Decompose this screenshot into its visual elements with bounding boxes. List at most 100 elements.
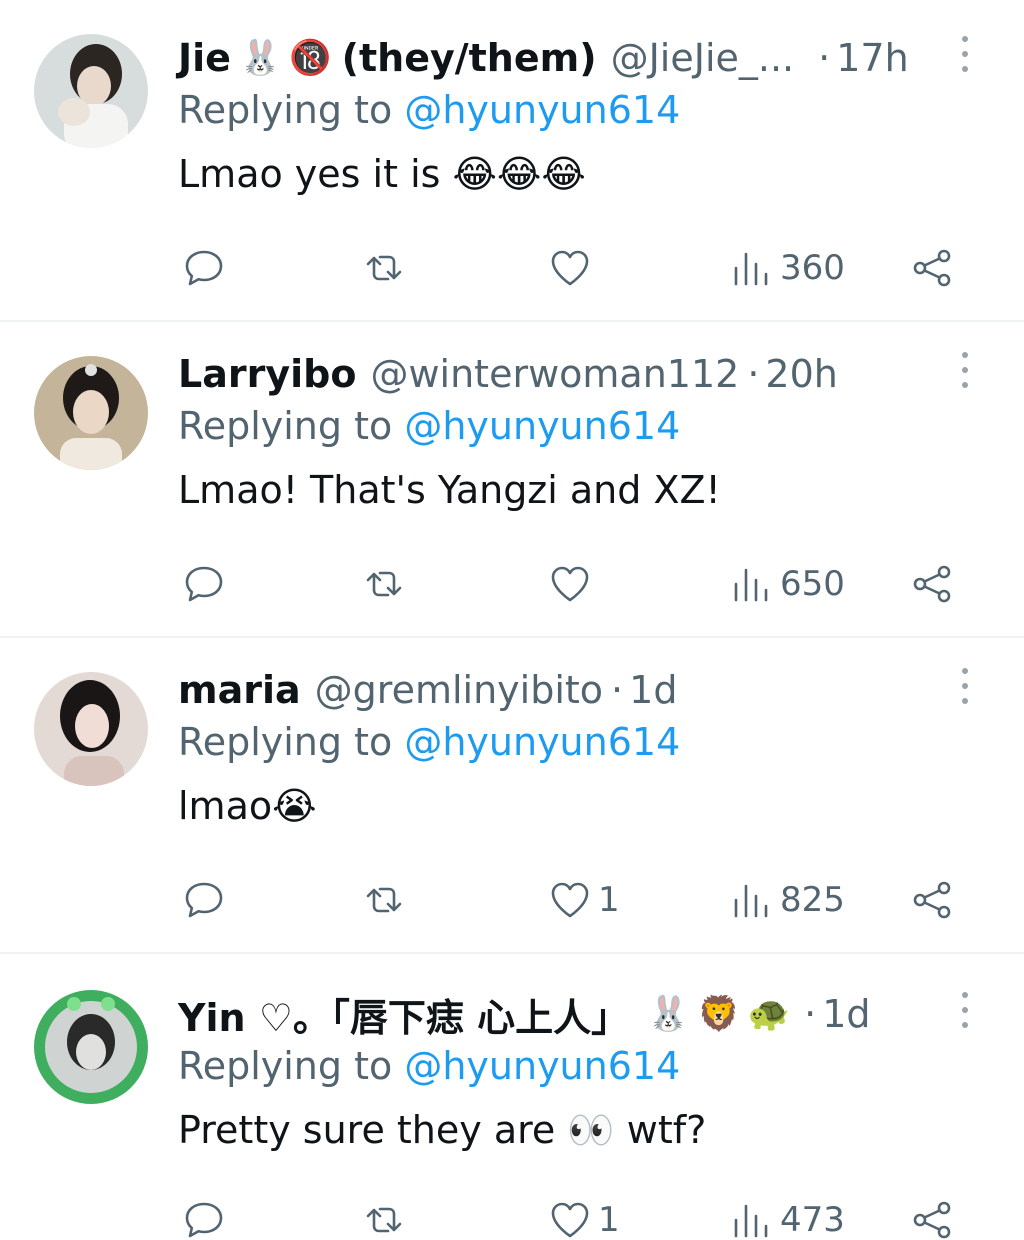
- share-button[interactable]: [908, 1190, 956, 1240]
- reply-button[interactable]: [180, 870, 228, 930]
- views-button[interactable]: 473: [728, 1190, 845, 1240]
- views-icon: [734, 568, 768, 602]
- timestamp[interactable]: 1d: [822, 992, 870, 1036]
- replying-to: Replying to @hyunyun614: [178, 1044, 680, 1088]
- pronouns[interactable]: (they/them): [342, 36, 597, 80]
- reply-icon: [185, 566, 223, 602]
- more-dots-icon[interactable]: [950, 664, 980, 708]
- avatar[interactable]: [34, 672, 148, 786]
- views-button[interactable]: 360: [728, 238, 845, 298]
- action-bar: 1 825: [0, 870, 1024, 930]
- replying-to-label: Replying to: [178, 1044, 393, 1088]
- separator-dot: ·: [804, 992, 817, 1036]
- timestamp[interactable]: 20h: [765, 352, 837, 396]
- like-button[interactable]: [546, 554, 598, 614]
- replying-to-label: Replying to: [178, 720, 393, 764]
- avatar[interactable]: [34, 34, 148, 148]
- tweet-header: maria @gremlinyibito · 1d: [178, 660, 677, 720]
- replying-to: Replying to @hyunyun614: [178, 88, 680, 132]
- view-count: 473: [780, 1200, 845, 1240]
- replying-to-label: Replying to: [178, 88, 393, 132]
- views-icon: [734, 1204, 768, 1238]
- no-under-18-emoji: 🔞: [289, 38, 332, 78]
- rabbit-emoji: 🐰: [238, 38, 282, 78]
- heart-icon: [551, 566, 589, 602]
- tweet-header: Jie 🐰 🔞 (they/them) @JieJie_... · 17h: [178, 28, 909, 88]
- views-button[interactable]: 825: [728, 870, 845, 930]
- like-button[interactable]: [546, 238, 598, 298]
- share-button[interactable]: [908, 870, 956, 930]
- action-bar: 650: [0, 554, 1024, 614]
- share-button[interactable]: [908, 238, 956, 298]
- user-handle[interactable]: @JieJie_...: [611, 36, 795, 80]
- reply-button[interactable]: [180, 1190, 228, 1240]
- divider: [0, 320, 1024, 322]
- display-name[interactable]: maria: [178, 668, 301, 712]
- tweet[interactable]: maria @gremlinyibito · 1d Replying to @h…: [0, 660, 1024, 952]
- repost-button[interactable]: [360, 554, 408, 614]
- replying-to: Replying to @hyunyun614: [178, 404, 680, 448]
- heart-icon: [551, 1202, 589, 1238]
- divider: [0, 952, 1024, 954]
- tweet-header: Larryibo @winterwoman112 · 20h: [178, 344, 838, 404]
- display-name[interactable]: Yin ♡。「唇下痣 心上人」: [178, 987, 629, 1042]
- user-handle[interactable]: @gremlinyibito: [315, 668, 603, 712]
- repost-button[interactable]: [360, 238, 408, 298]
- share-icon: [913, 565, 951, 603]
- mention-link[interactable]: @hyunyun614: [404, 1044, 680, 1088]
- tweet[interactable]: Jie 🐰 🔞 (they/them) @JieJie_... · 17h Re…: [0, 28, 1024, 320]
- reply-icon: [185, 882, 223, 918]
- separator-dot: ·: [747, 352, 760, 396]
- like-button[interactable]: 1: [546, 870, 620, 930]
- like-count: 1: [598, 880, 620, 920]
- more-dots-icon[interactable]: [950, 348, 980, 392]
- separator-dot: ·: [611, 668, 624, 712]
- reply-button[interactable]: [180, 554, 228, 614]
- mention-link[interactable]: @hyunyun614: [404, 720, 680, 764]
- timestamp[interactable]: 17h: [836, 36, 908, 80]
- avatar-image: [34, 990, 148, 1104]
- repost-button[interactable]: [360, 1190, 408, 1240]
- more-dots-icon[interactable]: [950, 32, 980, 76]
- avatar-image: [34, 34, 148, 148]
- reply-button[interactable]: [180, 238, 228, 298]
- view-count: 825: [780, 880, 845, 920]
- mention-link[interactable]: @hyunyun614: [404, 404, 680, 448]
- action-bar: 360: [0, 238, 1024, 298]
- tweet[interactable]: Yin ♡。「唇下痣 心上人」 🐰 🦁 🐢 · 1d Replying to @…: [0, 984, 1024, 1240]
- view-count: 360: [780, 248, 845, 288]
- heart-icon: [551, 882, 589, 918]
- display-name[interactable]: Jie: [178, 36, 231, 80]
- mention-link[interactable]: @hyunyun614: [404, 88, 680, 132]
- repost-button[interactable]: [360, 870, 408, 930]
- reply-icon: [185, 250, 223, 286]
- user-handle[interactable]: @winterwoman112: [370, 352, 739, 396]
- tweet[interactable]: Larryibo @winterwoman112 · 20h Replying …: [0, 344, 1024, 636]
- view-count: 650: [780, 564, 845, 604]
- like-count: 1: [598, 1200, 620, 1240]
- views-icon: [734, 884, 768, 918]
- tweet-text: lmao😭: [178, 784, 317, 828]
- display-name[interactable]: Larryibo: [178, 352, 356, 396]
- replying-to-label: Replying to: [178, 404, 393, 448]
- timestamp[interactable]: 1d: [629, 668, 677, 712]
- repost-icon: [366, 887, 402, 913]
- divider: [0, 636, 1024, 638]
- more-dots-icon[interactable]: [950, 988, 980, 1032]
- avatar-image: [34, 672, 148, 786]
- tweet-text: Lmao yes it is 😂😂😂: [178, 152, 586, 196]
- repost-icon: [366, 571, 402, 597]
- share-icon: [913, 249, 951, 287]
- lion-emoji: 🦁: [697, 994, 740, 1034]
- tweet-text: Lmao! That's Yangzi and XZ!: [178, 468, 721, 512]
- share-icon: [913, 881, 951, 919]
- like-button[interactable]: 1: [546, 1190, 620, 1240]
- share-button[interactable]: [908, 554, 956, 614]
- heart-icon: [551, 250, 589, 286]
- turtle-emoji: 🐢: [747, 994, 791, 1034]
- avatar[interactable]: [34, 356, 148, 470]
- share-icon: [913, 1201, 951, 1239]
- views-button[interactable]: 650: [728, 554, 845, 614]
- avatar[interactable]: [34, 990, 148, 1104]
- tweet-text: Pretty sure they are 👀 wtf?: [178, 1108, 707, 1152]
